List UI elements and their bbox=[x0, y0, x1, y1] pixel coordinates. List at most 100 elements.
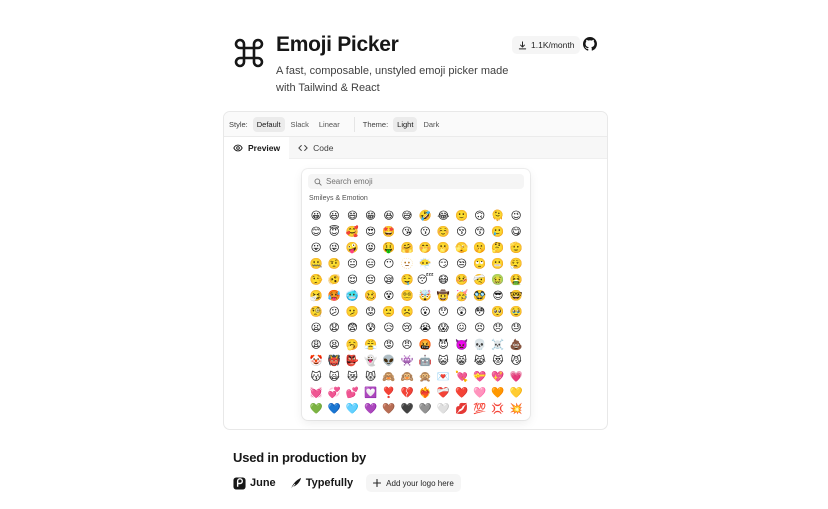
emoji-button[interactable]: 👹 bbox=[325, 353, 343, 369]
emoji-button[interactable]: 😆 bbox=[380, 208, 398, 224]
emoji-button[interactable]: 😬 bbox=[489, 256, 507, 272]
emoji-button[interactable]: 😚 bbox=[453, 224, 471, 240]
emoji-button[interactable]: 🤥 bbox=[307, 272, 325, 288]
emoji-button[interactable]: 😢 bbox=[398, 321, 416, 337]
emoji-button[interactable]: 💯 bbox=[471, 401, 489, 417]
emoji-button[interactable]: 😧 bbox=[325, 321, 343, 337]
emoji-button[interactable]: 💕 bbox=[343, 385, 361, 401]
emoji-button[interactable]: 💩 bbox=[507, 337, 525, 353]
emoji-button[interactable]: 🫥 bbox=[398, 256, 416, 272]
emoji-button[interactable]: 🤧 bbox=[307, 288, 325, 304]
emoji-button[interactable]: 🤓 bbox=[507, 288, 525, 304]
emoji-button[interactable]: 🙂 bbox=[453, 208, 471, 224]
emoji-button[interactable]: 🥺 bbox=[489, 305, 507, 321]
emoji-button[interactable]: 🫣 bbox=[453, 240, 471, 256]
emoji-button[interactable]: 🤔 bbox=[489, 240, 507, 256]
emoji-button[interactable]: 💟 bbox=[362, 385, 380, 401]
emoji-button[interactable]: 💔 bbox=[398, 385, 416, 401]
tab-code[interactable]: Code bbox=[289, 137, 342, 159]
emoji-button[interactable]: 🙈 bbox=[380, 369, 398, 385]
emoji-button[interactable]: 🙄 bbox=[471, 256, 489, 272]
emoji-button[interactable]: 🤤 bbox=[398, 272, 416, 288]
emoji-button[interactable]: 😳 bbox=[471, 305, 489, 321]
search-box[interactable] bbox=[308, 174, 524, 189]
emoji-button[interactable]: 🤠 bbox=[434, 288, 452, 304]
emoji-button[interactable]: 😓 bbox=[507, 321, 525, 337]
emoji-button[interactable]: 😨 bbox=[343, 321, 361, 337]
emoji-button[interactable]: 😙 bbox=[471, 224, 489, 240]
emoji-button[interactable]: 😁 bbox=[362, 208, 380, 224]
downloads-badge[interactable]: 1.1K/month bbox=[512, 36, 581, 54]
emoji-button[interactable]: 🙉 bbox=[398, 369, 416, 385]
emoji-button[interactable]: 💚 bbox=[307, 401, 325, 417]
emoji-button[interactable]: 😌 bbox=[343, 272, 361, 288]
emoji-button[interactable]: 🤑 bbox=[380, 240, 398, 256]
theme-option-dark[interactable]: Dark bbox=[419, 117, 443, 132]
emoji-button[interactable]: 😶‍🌫️ bbox=[416, 256, 434, 272]
emoji-button[interactable]: 🧡 bbox=[489, 385, 507, 401]
emoji-button[interactable]: 🤒 bbox=[453, 272, 471, 288]
emoji-button[interactable]: 🤣 bbox=[416, 208, 434, 224]
emoji-button[interactable]: 😷 bbox=[434, 272, 452, 288]
emoji-button[interactable]: 🫡 bbox=[507, 240, 525, 256]
search-input[interactable] bbox=[326, 177, 516, 186]
emoji-button[interactable]: 🖤 bbox=[398, 401, 416, 417]
emoji-button[interactable]: 🧐 bbox=[307, 305, 325, 321]
add-logo-button[interactable]: Add your logo here bbox=[366, 474, 461, 492]
emoji-button[interactable]: 👺 bbox=[343, 353, 361, 369]
emoji-button[interactable]: 😃 bbox=[325, 208, 343, 224]
emoji-button[interactable]: 🤡 bbox=[307, 353, 325, 369]
emoji-button[interactable]: 😎 bbox=[489, 288, 507, 304]
emoji-button[interactable]: 🤢 bbox=[489, 272, 507, 288]
emoji-button[interactable]: 🥹 bbox=[507, 305, 525, 321]
emoji-button[interactable]: 😶 bbox=[380, 256, 398, 272]
emoji-button[interactable]: 🤫 bbox=[471, 240, 489, 256]
emoji-button[interactable]: 🩷 bbox=[471, 385, 489, 401]
emoji-button[interactable]: ☹️ bbox=[398, 305, 416, 321]
emoji-button[interactable]: 🤨 bbox=[325, 256, 343, 272]
emoji-button[interactable]: 👻 bbox=[362, 353, 380, 369]
emoji-button[interactable]: 😹 bbox=[471, 353, 489, 369]
emoji-button[interactable]: 😇 bbox=[325, 224, 343, 240]
emoji-button[interactable]: 🥰 bbox=[343, 224, 361, 240]
emoji-button[interactable]: 🥸 bbox=[471, 288, 489, 304]
style-option-default[interactable]: Default bbox=[252, 116, 285, 132]
emoji-button[interactable]: 🫠 bbox=[489, 208, 507, 224]
emoji-button[interactable]: 🥵 bbox=[325, 288, 343, 304]
emoji-button[interactable]: 💌 bbox=[434, 369, 452, 385]
emoji-button[interactable]: 🤖 bbox=[416, 353, 434, 369]
emoji-button[interactable]: ☺️ bbox=[434, 224, 452, 240]
emoji-button[interactable]: ❣️ bbox=[380, 385, 398, 401]
emoji-button[interactable]: 🤕 bbox=[471, 272, 489, 288]
emoji-button[interactable]: 😩 bbox=[307, 337, 325, 353]
emoji-button[interactable]: 💛 bbox=[507, 385, 525, 401]
emoji-button[interactable]: 😣 bbox=[471, 321, 489, 337]
emoji-button[interactable]: 😛 bbox=[307, 240, 325, 256]
style-option-linear[interactable]: Linear bbox=[315, 117, 344, 132]
style-option-slack[interactable]: Slack bbox=[287, 117, 313, 132]
emoji-button[interactable]: 😡 bbox=[380, 337, 398, 353]
emoji-button[interactable]: 💞 bbox=[325, 385, 343, 401]
emoji-button[interactable]: 😝 bbox=[362, 240, 380, 256]
emoji-button[interactable]: 😄 bbox=[343, 208, 361, 224]
emoji-button[interactable]: 🤍 bbox=[434, 401, 452, 417]
emoji-button[interactable]: 😍 bbox=[362, 224, 380, 240]
emoji-button[interactable]: 🙀 bbox=[325, 369, 343, 385]
theme-option-light[interactable]: Light bbox=[393, 116, 418, 132]
emoji-button[interactable]: 💢 bbox=[489, 401, 507, 417]
emoji-button[interactable]: 😏 bbox=[434, 256, 452, 272]
emoji-button[interactable]: 😼 bbox=[507, 353, 525, 369]
emoji-button[interactable]: 😮‍💨 bbox=[507, 256, 525, 272]
emoji-button[interactable]: 💥 bbox=[507, 401, 525, 417]
emoji-button[interactable]: 😕 bbox=[325, 305, 343, 321]
emoji-button[interactable]: 😖 bbox=[453, 321, 471, 337]
emoji-button[interactable]: ❤️ bbox=[453, 385, 471, 401]
emoji-button[interactable]: 😮 bbox=[416, 305, 434, 321]
emoji-button[interactable]: 🫨 bbox=[325, 272, 343, 288]
emoji-button[interactable]: 💝 bbox=[471, 369, 489, 385]
emoji-button[interactable]: 😥 bbox=[380, 321, 398, 337]
emoji-button[interactable]: 🤗 bbox=[398, 240, 416, 256]
emoji-button[interactable]: 😒 bbox=[453, 256, 471, 272]
emoji-button[interactable]: 😋 bbox=[507, 224, 525, 240]
emoji-button[interactable]: 😠 bbox=[398, 337, 416, 353]
